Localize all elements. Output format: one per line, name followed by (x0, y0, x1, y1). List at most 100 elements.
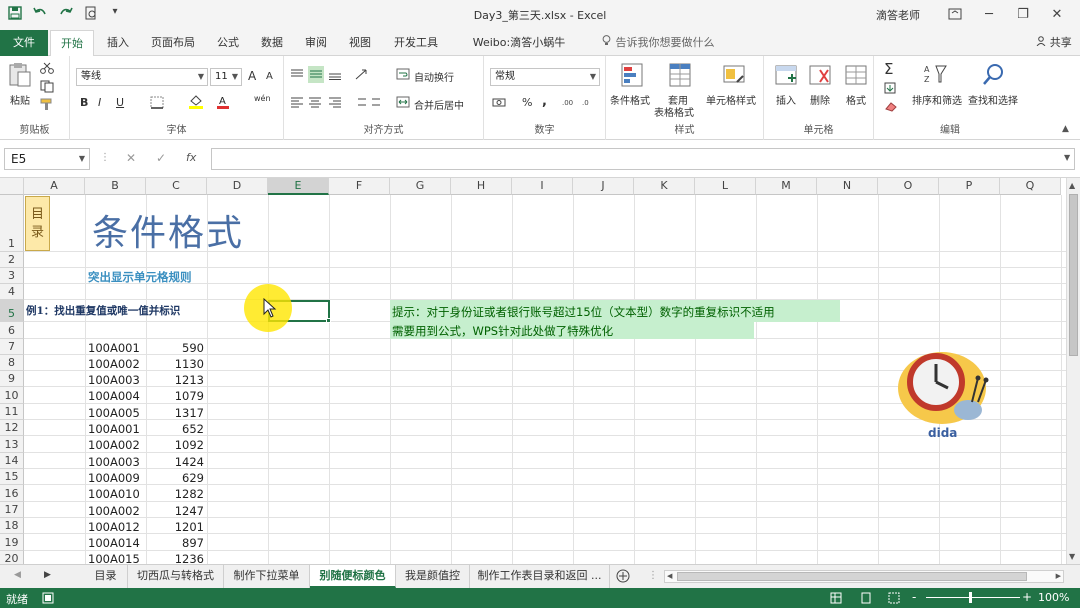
row-header[interactable]: 17 (0, 502, 24, 518)
row-header[interactable]: 19 (0, 534, 24, 551)
next-sheet-icon[interactable]: ▶ (44, 570, 51, 580)
tab-home[interactable]: 开始 (50, 30, 94, 57)
expand-formula-bar-icon[interactable]: ▼ (1064, 153, 1070, 162)
macro-record-icon[interactable] (42, 592, 54, 607)
row-header[interactable]: 7 (0, 339, 24, 355)
wrap-text-icon[interactable] (396, 68, 410, 83)
row-header[interactable]: 8 (0, 355, 24, 371)
row-header[interactable]: 15 (0, 469, 24, 485)
tab-review[interactable]: 审阅 (296, 30, 336, 56)
font-name-select[interactable]: 等线 ▼ (76, 68, 208, 86)
sort-filter-button[interactable]: 排序和筛选 (912, 92, 962, 107)
scroll-up-icon[interactable]: ▲ (1069, 181, 1075, 190)
column-header[interactable]: L (695, 178, 756, 195)
column-header[interactable]: D (207, 178, 268, 195)
sheet-tab-active[interactable]: 别随便标颜色 (310, 565, 396, 588)
row-header[interactable]: 20 (0, 551, 24, 564)
fill-icon[interactable] (884, 82, 898, 97)
row-header[interactable]: 9 (0, 371, 24, 387)
column-header[interactable]: B (85, 178, 146, 195)
share-button[interactable]: 共享 (1030, 30, 1078, 56)
vertical-scroll-thumb[interactable] (1069, 194, 1078, 356)
shrink-font-button[interactable]: A (266, 71, 273, 82)
page-layout-view-icon[interactable] (860, 592, 872, 607)
id-cell[interactable]: 100A005 (88, 406, 140, 420)
tab-formulas[interactable]: 公式 (208, 30, 248, 56)
enter-entry-button[interactable]: ✓ (156, 151, 166, 165)
tab-view[interactable]: 视图 (340, 30, 380, 56)
paste-icon[interactable] (8, 62, 32, 91)
conditional-format-button[interactable]: 条件格式 (610, 92, 650, 107)
add-sheet-icon[interactable] (616, 569, 630, 586)
row-header[interactable]: 3 (0, 268, 24, 284)
tell-me-box[interactable]: 告诉我你想要做什么 (602, 30, 722, 56)
value-cell[interactable]: 1236 (146, 552, 204, 564)
column-header[interactable]: Q (1000, 178, 1061, 195)
font-color-icon[interactable]: A (216, 94, 230, 112)
column-header[interactable]: H (451, 178, 512, 195)
ribbon-options-icon[interactable] (938, 2, 972, 26)
value-cell[interactable]: 1317 (146, 406, 204, 420)
row-header[interactable]: 18 (0, 518, 24, 534)
column-header[interactable]: J (573, 178, 634, 195)
column-header[interactable]: A (24, 178, 85, 195)
phonetic-button[interactable]: wén (254, 94, 271, 103)
row-header[interactable]: 14 (0, 453, 24, 469)
find-select-button[interactable]: 查找和选择 (968, 92, 1018, 107)
normal-view-icon[interactable] (830, 592, 842, 607)
horizontal-scrollbar[interactable]: ◀ ▶ (664, 570, 1064, 583)
value-cell[interactable]: 1282 (146, 487, 204, 501)
id-cell[interactable]: 100A002 (88, 357, 140, 371)
conditional-format-icon[interactable] (620, 62, 644, 91)
value-cell[interactable]: 897 (146, 536, 204, 550)
decrease-decimal-icon[interactable]: .0 (582, 96, 598, 111)
column-header[interactable]: E (268, 178, 329, 195)
clear-icon[interactable] (884, 100, 898, 115)
grow-font-button[interactable]: A (248, 69, 256, 83)
formula-input[interactable] (211, 148, 1075, 170)
row-header[interactable]: 11 (0, 404, 24, 420)
cut-icon[interactable] (40, 62, 54, 77)
worksheet-grid[interactable]: A B C D E F G H I J K L M N O P Q 1 2 3 … (0, 178, 1066, 564)
align-right-icon[interactable] (328, 96, 342, 111)
value-cell[interactable]: 1092 (146, 438, 204, 452)
number-format-select[interactable]: 常规 ▼ (490, 68, 600, 86)
column-header[interactable]: G (390, 178, 451, 195)
tab-split-handle[interactable]: ⋮ (648, 570, 658, 581)
id-cell[interactable]: 100A014 (88, 536, 140, 550)
zoom-slider[interactable] (926, 592, 1020, 603)
value-cell[interactable]: 1247 (146, 504, 204, 518)
copy-icon[interactable] (40, 80, 54, 96)
align-middle-icon[interactable] (308, 66, 324, 83)
prev-sheet-icon[interactable]: ◀ (14, 570, 21, 580)
zoom-in-button[interactable]: + (1022, 590, 1032, 604)
value-cell[interactable]: 629 (146, 471, 204, 485)
format-painter-icon[interactable] (40, 98, 54, 114)
merge-center-button[interactable]: 合并后居中 (414, 97, 464, 112)
column-header[interactable]: M (756, 178, 817, 195)
borders-icon[interactable] (150, 96, 164, 112)
delete-cells-icon[interactable] (808, 62, 832, 91)
value-cell[interactable]: 1079 (146, 389, 204, 403)
font-size-select[interactable]: 11 ▼ (210, 68, 242, 86)
wrap-text-button[interactable]: 自动换行 (414, 69, 454, 84)
row-header[interactable]: 16 (0, 485, 24, 502)
fill-color-icon[interactable] (188, 94, 204, 112)
italic-button[interactable]: I (98, 96, 101, 109)
restore-button[interactable]: ❐ (1006, 2, 1040, 26)
comma-button[interactable]: , (542, 94, 547, 109)
select-all-corner[interactable] (0, 178, 24, 195)
row-header[interactable]: 6 (0, 322, 24, 339)
column-header[interactable]: O (878, 178, 939, 195)
id-cell[interactable]: 100A015 (88, 552, 140, 564)
row-header[interactable]: 12 (0, 420, 24, 436)
id-cell[interactable]: 100A003 (88, 373, 140, 387)
column-header[interactable]: K (634, 178, 695, 195)
row-header[interactable]: 13 (0, 436, 24, 453)
vertical-scrollbar[interactable]: ▲ ▼ (1066, 178, 1080, 564)
tab-page-layout[interactable]: 页面布局 (144, 30, 202, 56)
delete-cells-button[interactable]: 删除 (810, 92, 830, 107)
sheet-tab[interactable]: 目录 (84, 565, 128, 588)
id-cell[interactable]: 100A010 (88, 487, 140, 501)
close-button[interactable]: ✕ (1040, 2, 1074, 26)
